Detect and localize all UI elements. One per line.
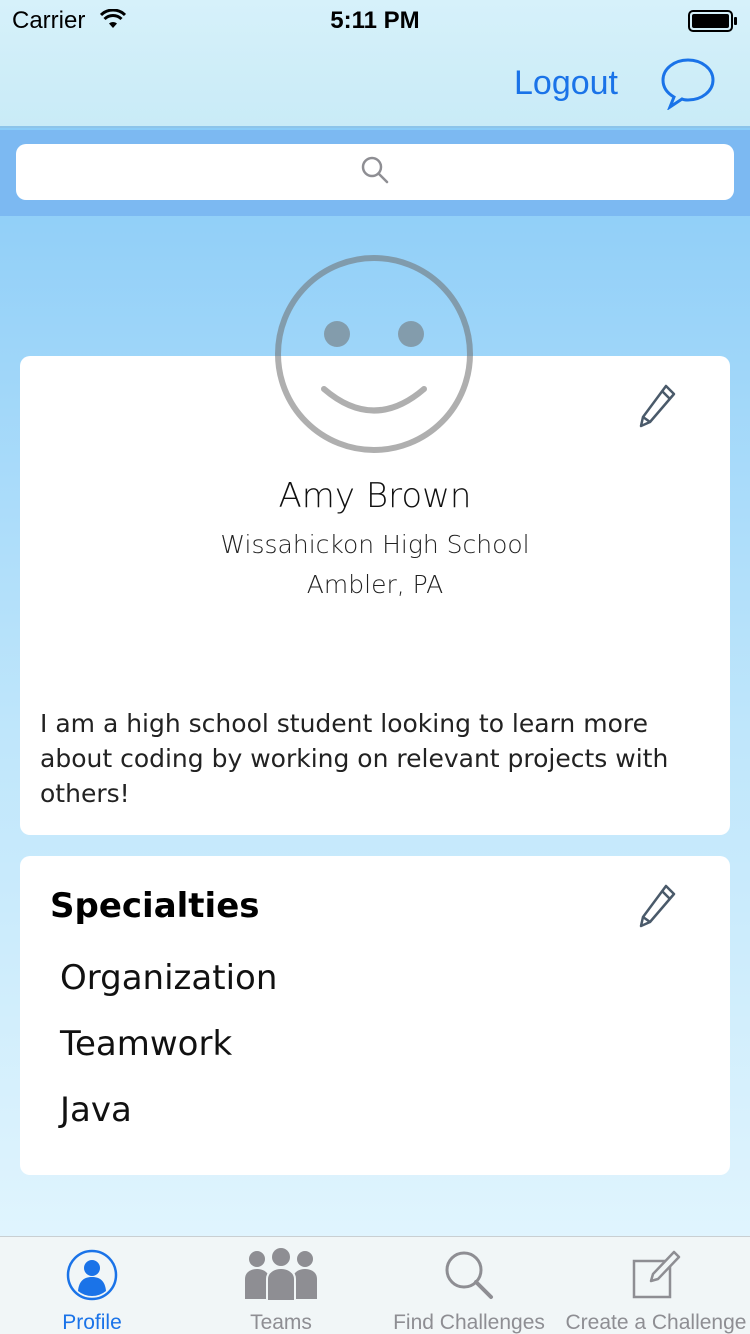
search-input[interactable] [16,144,734,200]
compose-icon [630,1247,682,1303]
profile-school: Wissahickon High School [220,530,530,559]
pencil-icon[interactable] [638,382,678,430]
search-bar [0,130,750,216]
tab-label: Find Challenges [393,1311,545,1334]
tab-teams[interactable]: Teams [211,1237,351,1334]
tab-create-a-challenge[interactable]: Create a Challenge [562,1237,750,1334]
navigation-bar: Carrier 5:11 PM Logout [0,0,750,128]
tab-bar: Profile Teams Find Challenges Create a C… [0,1236,750,1334]
chat-bubble-icon[interactable] [660,56,716,111]
list-item: Teamwork [60,1024,233,1064]
profile-name: Amy Brown [278,476,472,516]
magnifier-icon [443,1247,495,1303]
tab-label: Create a Challenge [565,1311,747,1334]
search-icon [361,156,389,188]
tab-find-challenges[interactable]: Find Challenges [386,1237,552,1334]
status-bar: Carrier 5:11 PM [0,0,750,40]
specialties-title: Specialties [50,886,260,926]
profile-bio: I am a high school student looking to le… [40,709,669,808]
status-time: 5:11 PM [330,7,420,34]
tab-label: Profile [62,1311,122,1334]
group-icon [243,1247,319,1303]
pencil-icon[interactable] [638,882,678,930]
smiley-face-icon[interactable] [274,254,474,454]
specialties-card: Specialties Organization Teamwork Java [20,856,730,1175]
specialties-list: Organization Teamwork Java [60,956,277,1154]
list-item: Organization [60,958,278,998]
tab-profile[interactable]: Profile [22,1237,162,1334]
tab-label: Teams [250,1311,312,1334]
logout-button[interactable]: Logout [514,64,618,103]
battery-icon [688,10,738,39]
person-icon [66,1247,118,1303]
profile-location: Ambler, PA [306,570,444,599]
list-item: Java [60,1090,132,1130]
